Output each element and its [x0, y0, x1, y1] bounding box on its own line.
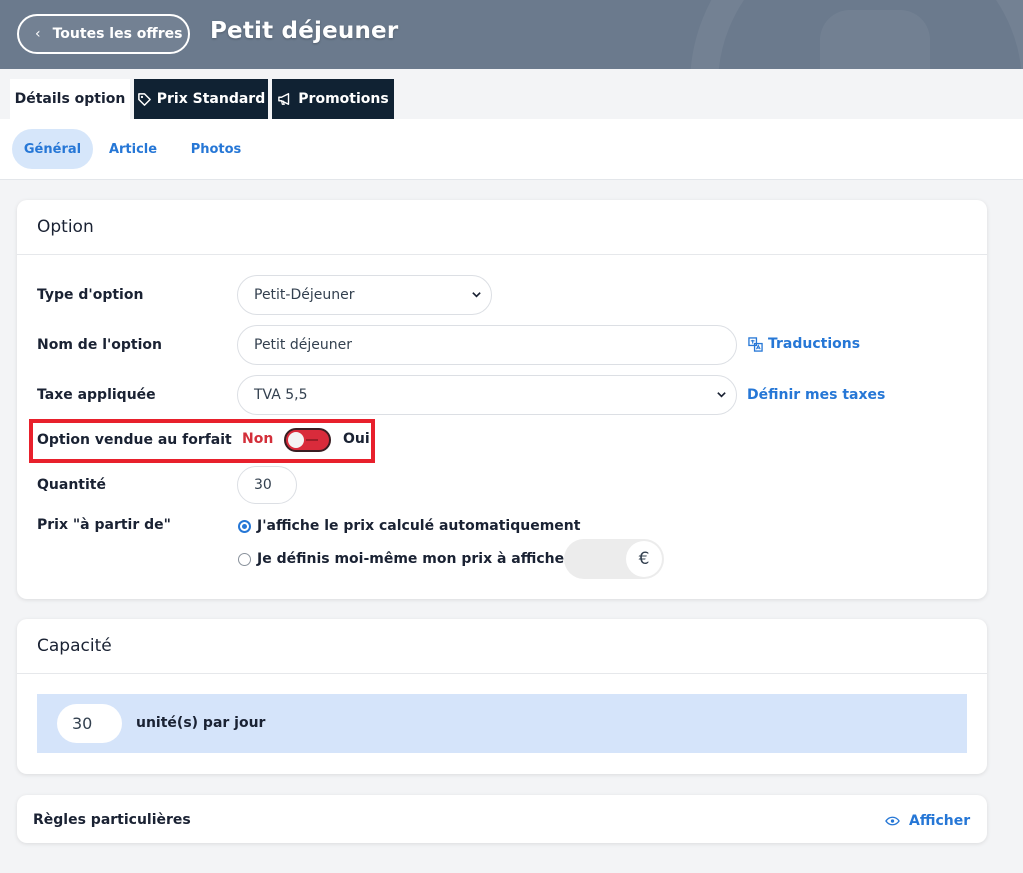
forfait-label: Option vendue au forfait — [37, 432, 232, 448]
taxe-select[interactable]: TVA 5,5 — [237, 375, 737, 415]
capacite-unit-label: unité(s) par jour — [136, 715, 266, 731]
forfait-oui-label: Oui — [343, 431, 370, 447]
nom-option-input[interactable]: Petit déjeuner — [237, 325, 737, 365]
type-option-select[interactable]: Petit-Déjeuner — [237, 275, 492, 315]
prix-manuel-radio[interactable] — [238, 553, 251, 566]
page-header: ‹ Toutes les offres Petit déjeuner — [0, 0, 1023, 69]
capacite-value: 30 — [72, 714, 93, 733]
capacite-row: 30 unité(s) par jour — [37, 694, 967, 753]
option-card: Option Type d'option Petit-Déjeuner Nom … — [17, 200, 987, 599]
tab-prix-standard[interactable]: Prix Standard — [134, 79, 268, 119]
euro-currency-icon: € — [626, 541, 662, 577]
subtab-article[interactable]: Article — [100, 129, 166, 169]
back-button-label: Toutes les offres — [52, 26, 183, 42]
sub-navigation: Général Article Photos — [0, 119, 1023, 180]
capacite-input[interactable]: 30 — [57, 704, 122, 743]
option-card-title: Option — [37, 217, 94, 237]
chevron-down-icon — [472, 292, 481, 298]
quantite-value: 30 — [254, 477, 272, 493]
quantite-label: Quantité — [37, 477, 106, 493]
taxe-value: TVA 5,5 — [254, 387, 308, 403]
definir-taxes-link[interactable]: Définir mes taxes — [747, 387, 885, 403]
capacite-card: Capacité 30 unité(s) par jour — [17, 619, 987, 774]
toggle-track-mark — [306, 439, 318, 441]
prix-auto-label: J'affiche le prix calculé automatiquemen… — [257, 518, 581, 534]
divider — [17, 254, 987, 255]
tab-label: Promotions — [298, 91, 389, 107]
traductions-link[interactable]: Traductions — [748, 336, 860, 352]
nom-option-label: Nom de l'option — [37, 337, 162, 353]
megaphone-icon — [278, 93, 290, 105]
afficher-label: Afficher — [909, 813, 971, 829]
tag-icon — [137, 92, 151, 106]
tab-label: Prix Standard — [156, 91, 266, 107]
regles-title: Règles particulières — [33, 812, 191, 828]
tab-promotions[interactable]: Promotions — [272, 79, 394, 119]
prix-auto-radio[interactable] — [238, 520, 251, 533]
chevron-left-icon: ‹ — [35, 26, 41, 42]
afficher-button[interactable]: Afficher — [885, 813, 970, 829]
definir-taxes-label: Définir mes taxes — [747, 387, 886, 403]
taxe-label: Taxe appliquée — [37, 387, 156, 403]
type-option-value: Petit-Déjeuner — [254, 287, 355, 303]
prix-manuel-label: Je définis moi-même mon prix à afficher — [257, 551, 572, 567]
capacite-card-title: Capacité — [37, 636, 112, 656]
type-option-label: Type d'option — [37, 287, 144, 303]
forfait-toggle[interactable] — [284, 428, 331, 452]
subtab-photos[interactable]: Photos — [180, 129, 252, 169]
prix-input[interactable]: € — [564, 539, 664, 579]
subtab-general[interactable]: Général — [12, 129, 93, 169]
divider — [17, 673, 987, 674]
nom-option-value: Petit déjeuner — [254, 337, 352, 353]
toggle-knob — [288, 432, 304, 448]
back-button[interactable]: ‹ Toutes les offres — [17, 14, 190, 54]
quantite-input[interactable]: 30 — [237, 466, 297, 504]
tab-details-option[interactable]: Détails option — [10, 79, 130, 119]
regles-card: Règles particulières Afficher — [17, 795, 987, 843]
forfait-non-label: Non — [242, 431, 274, 447]
page-title: Petit déjeuner — [210, 18, 399, 44]
traductions-label: Traductions — [768, 336, 861, 352]
tab-label: Détails option — [14, 91, 126, 107]
eye-icon — [885, 816, 900, 826]
main-tabs: Détails option Prix Standard Promotions — [0, 69, 1023, 119]
chevron-down-icon — [717, 392, 726, 398]
translate-icon — [748, 336, 763, 352]
prix-label: Prix "à partir de" — [37, 517, 171, 533]
header-decoration — [820, 10, 930, 69]
